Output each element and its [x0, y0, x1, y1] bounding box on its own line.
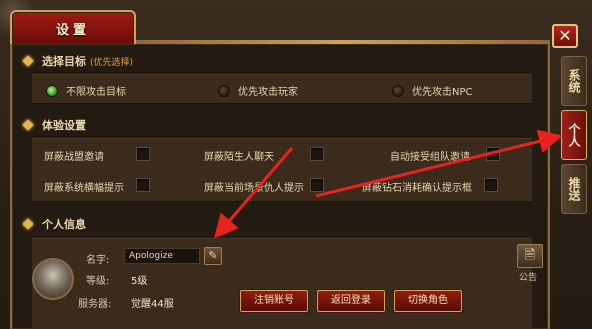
- target-options-row: 不限攻击目标 优先攻击玩家 优先攻击NPC: [32, 74, 532, 104]
- name-field: Apologize: [124, 248, 200, 264]
- checkbox-label-block-banner: 屏蔽系统横幅提示: [44, 183, 124, 194]
- name-label: 名字:: [86, 255, 110, 266]
- checkbox-label-block-enemy: 屏蔽当前场景仇人提示: [204, 183, 304, 194]
- tab-system[interactable]: 系统: [561, 56, 587, 106]
- switch-role-button[interactable]: 切换角色: [394, 290, 462, 312]
- checkbox-label-block-stranger: 屏蔽陌生人聊天: [204, 152, 274, 163]
- logout-button[interactable]: 注销账号: [240, 290, 308, 312]
- target-section-header: 选择目标 (优先选择): [22, 53, 134, 69]
- close-icon: ✕: [558, 26, 572, 45]
- panel-top-border: [136, 40, 550, 44]
- checkbox-auto-team[interactable]: [486, 147, 500, 161]
- edit-name-button[interactable]: ✎: [204, 247, 222, 265]
- diamond-bullet-icon: [22, 119, 34, 131]
- checkbox-block-guild[interactable]: [136, 147, 150, 161]
- tab-system-label: 系统: [567, 69, 581, 93]
- experience-section-title: 体验设置: [42, 119, 86, 132]
- diamond-bullet-icon: [22, 55, 34, 67]
- checkbox-label-auto-team: 自动接受组队邀请: [390, 152, 470, 163]
- server-label: 服务器:: [78, 299, 112, 310]
- window-title: 设置: [55, 23, 90, 38]
- radio-label: 优先攻击玩家: [238, 87, 298, 98]
- avatar: [32, 258, 74, 300]
- close-button[interactable]: ✕: [552, 24, 578, 48]
- level-label: 等级:: [86, 276, 110, 287]
- radio-unselected-icon[interactable]: [392, 84, 404, 97]
- tab-push[interactable]: 推送: [561, 164, 587, 214]
- experience-options-row: 屏蔽战盟邀请 屏蔽陌生人聊天 自动接受组队邀请 屏蔽系统横幅提示 屏蔽当前场景仇…: [32, 138, 532, 202]
- radio-unselected-icon[interactable]: [218, 84, 230, 97]
- target-section-subtitle: (优先选择): [90, 57, 134, 68]
- radio-option-any-target[interactable]: 不限攻击目标: [46, 83, 126, 98]
- radio-label: 不限攻击目标: [66, 87, 126, 98]
- diamond-bullet-icon: [22, 218, 34, 230]
- target-section-title: 选择目标: [42, 55, 86, 68]
- radio-selected-icon[interactable]: [46, 84, 58, 97]
- checkbox-block-banner[interactable]: [136, 178, 150, 192]
- settings-window: 设置 选择目标 (优先选择) 不限攻击目标 优先攻击玩家 优先攻击NPC 体验设…: [0, 0, 592, 329]
- radio-label: 优先攻击NPC: [412, 87, 473, 98]
- notice-document-icon: 🗎: [524, 248, 536, 263]
- checkbox-block-enemy[interactable]: [310, 178, 324, 192]
- checkbox-label-block-guild: 屏蔽战盟邀请: [44, 152, 104, 163]
- notice-label: 公告: [519, 273, 538, 283]
- profile-section-header: 个人信息: [22, 216, 86, 232]
- checkbox-block-diamond[interactable]: [484, 178, 498, 192]
- pencil-icon: ✎: [208, 249, 218, 262]
- tab-personal[interactable]: 个人: [561, 110, 587, 160]
- server-value: 觉醒44服: [131, 299, 174, 310]
- profile-section-title: 个人信息: [42, 218, 86, 231]
- radio-option-npc[interactable]: 优先攻击NPC: [392, 83, 473, 98]
- checkbox-block-stranger[interactable]: [310, 147, 324, 161]
- radio-option-players[interactable]: 优先攻击玩家: [218, 83, 298, 98]
- return-login-button[interactable]: 返回登录: [317, 290, 385, 312]
- experience-section-header: 体验设置: [22, 117, 86, 133]
- window-title-tab: 设置: [10, 10, 136, 44]
- tab-push-label: 推送: [567, 177, 581, 201]
- checkbox-label-block-diamond: 屏蔽钻石消耗确认提示框: [362, 183, 472, 194]
- level-value: 5级: [131, 276, 148, 287]
- notice-button[interactable]: 🗎: [517, 244, 543, 268]
- tab-personal-label: 个人: [567, 123, 581, 147]
